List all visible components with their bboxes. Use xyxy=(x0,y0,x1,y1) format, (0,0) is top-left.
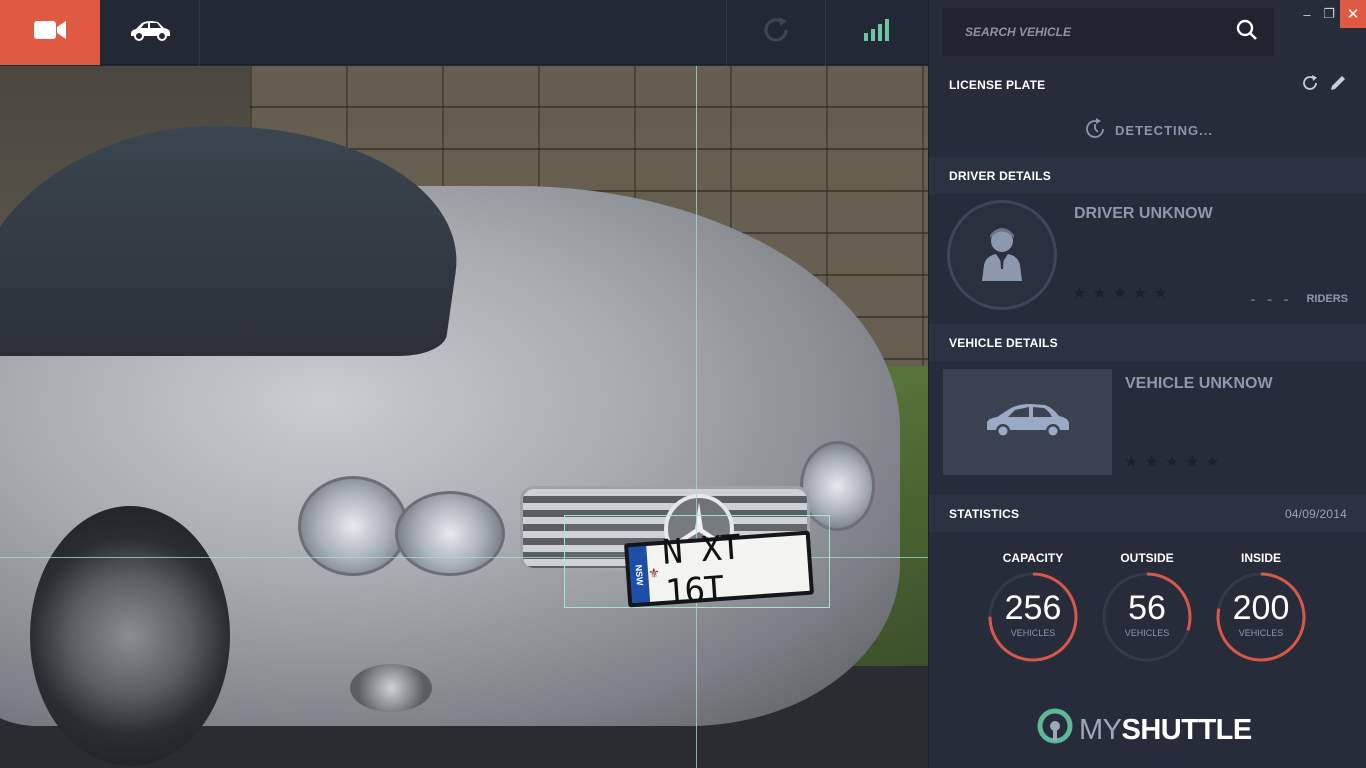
star-icon: ★ xyxy=(1112,285,1128,302)
window-controls: – ❐ ✕ xyxy=(1296,0,1366,28)
driver-details-title: DRIVER DETAILS xyxy=(949,168,1051,183)
fog-light xyxy=(350,664,432,712)
restore-button[interactable]: ❐ xyxy=(1318,0,1340,28)
star-icon: ★ xyxy=(1133,285,1148,302)
statistics-button[interactable] xyxy=(826,0,928,65)
vehicle-button[interactable] xyxy=(100,0,200,65)
driver-avatar xyxy=(947,200,1057,310)
close-button[interactable]: ✕ xyxy=(1340,0,1366,28)
star-icon: ★ xyxy=(1124,454,1139,471)
minimize-button[interactable]: – xyxy=(1296,0,1318,28)
refresh-icon xyxy=(761,15,791,50)
driver-rating: ★ ★ ★ ★ ★ xyxy=(1072,283,1168,303)
car-headlight xyxy=(298,476,408,576)
star-icon: ★ xyxy=(1164,454,1180,471)
stat-value: 256 xyxy=(1004,589,1062,627)
stat-value: 56 xyxy=(1128,589,1166,627)
vehicle-name: VEHICLE UNKNOW xyxy=(1125,375,1273,392)
star-icon: ★ xyxy=(1072,285,1087,302)
plate-face: ⚜ N XT 16T xyxy=(646,528,810,613)
plate-number: N XT 16T xyxy=(661,527,742,613)
edit-pencil-icon[interactable] xyxy=(1329,74,1347,95)
statistics-date: 04/09/2014 xyxy=(1284,506,1347,521)
star-icon: ★ xyxy=(1205,454,1220,471)
stat-unit: VEHICLES xyxy=(1124,628,1170,638)
stat-label: INSIDE xyxy=(1240,551,1281,565)
search-icon[interactable] xyxy=(1236,19,1258,46)
driver-name: DRIVER UNKNOW xyxy=(1074,205,1213,222)
vehicle-details-header: VEHICLE DETAILS xyxy=(929,324,1366,361)
stat-ring: 256 VEHICLES xyxy=(987,571,1079,663)
crosshair-vertical xyxy=(696,66,697,768)
details-panel: – ❐ ✕ LICENSE PLATE DETECTING... DRIVER … xyxy=(928,0,1366,768)
stat-ring: 56 VEHICLES xyxy=(1101,571,1193,663)
driver-person-icon xyxy=(980,225,1024,286)
riders-count: - - - RIDERS xyxy=(1251,291,1348,307)
top-toolbar xyxy=(0,0,928,65)
video-camera-icon xyxy=(33,19,67,46)
license-plate-title: LICENSE PLATE xyxy=(949,77,1046,92)
steering-wheel-icon xyxy=(1037,708,1073,752)
stat-unit: VEHICLES xyxy=(1010,628,1056,638)
refresh-button[interactable] xyxy=(726,0,826,65)
license-plate-header: LICENSE PLATE xyxy=(929,66,1366,103)
search-bar xyxy=(943,8,1274,56)
plate-emblem-icon: ⚜ xyxy=(647,565,661,581)
star-icon: ★ xyxy=(1153,285,1168,302)
car-wheel xyxy=(30,506,230,766)
detecting-text: DETECTING... xyxy=(1115,122,1213,138)
logo-shuttle: SHUTTLE xyxy=(1121,713,1253,746)
stat-ring: 200 VEHICLES xyxy=(1215,571,1307,663)
star-icon: ★ xyxy=(1144,454,1159,471)
stat-label: OUTSIDE xyxy=(1120,551,1174,565)
license-plate: NSW ⚜ N XT 16T xyxy=(623,528,815,613)
stat-inside: INSIDE 200 VEHICLES xyxy=(1211,551,1311,663)
vehicle-thumbnail xyxy=(943,369,1112,475)
car-icon xyxy=(128,19,172,46)
detecting-status: DETECTING... xyxy=(929,107,1366,153)
stat-label: CAPACITY xyxy=(1002,551,1064,565)
vehicle-details-title: VEHICLE DETAILS xyxy=(949,335,1058,350)
statistics-header: STATISTICS 04/09/2014 xyxy=(929,495,1366,532)
video-camera-button[interactable] xyxy=(0,0,100,65)
riders-label: RIDERS xyxy=(1306,293,1348,305)
car-headlight xyxy=(395,491,505,576)
signal-bars-icon xyxy=(864,19,890,46)
driver-details-header: DRIVER DETAILS xyxy=(929,157,1366,194)
stat-capacity: CAPACITY 256 VEHICLES xyxy=(983,551,1083,663)
stat-outside: OUTSIDE 56 VEHICLES xyxy=(1097,551,1197,663)
statistics-title: STATISTICS xyxy=(949,506,1020,521)
app-logo: MY SHUTTLE xyxy=(1037,708,1252,752)
stat-value: 200 xyxy=(1232,589,1290,627)
timer-icon xyxy=(1083,117,1107,144)
search-input[interactable] xyxy=(965,25,1236,39)
vehicle-rating: ★ ★ ★ ★ ★ xyxy=(1124,452,1220,472)
camera-feed[interactable]: NSW ⚜ N XT 16T xyxy=(0,66,928,768)
refresh-icon[interactable] xyxy=(1301,74,1319,95)
stat-unit: VEHICLES xyxy=(1238,628,1284,638)
star-icon: ★ xyxy=(1092,285,1107,302)
riders-value: - - - xyxy=(1250,291,1293,307)
star-icon: ★ xyxy=(1185,454,1200,471)
hatchback-car-icon xyxy=(983,400,1073,445)
logo-my: MY xyxy=(1079,713,1122,746)
